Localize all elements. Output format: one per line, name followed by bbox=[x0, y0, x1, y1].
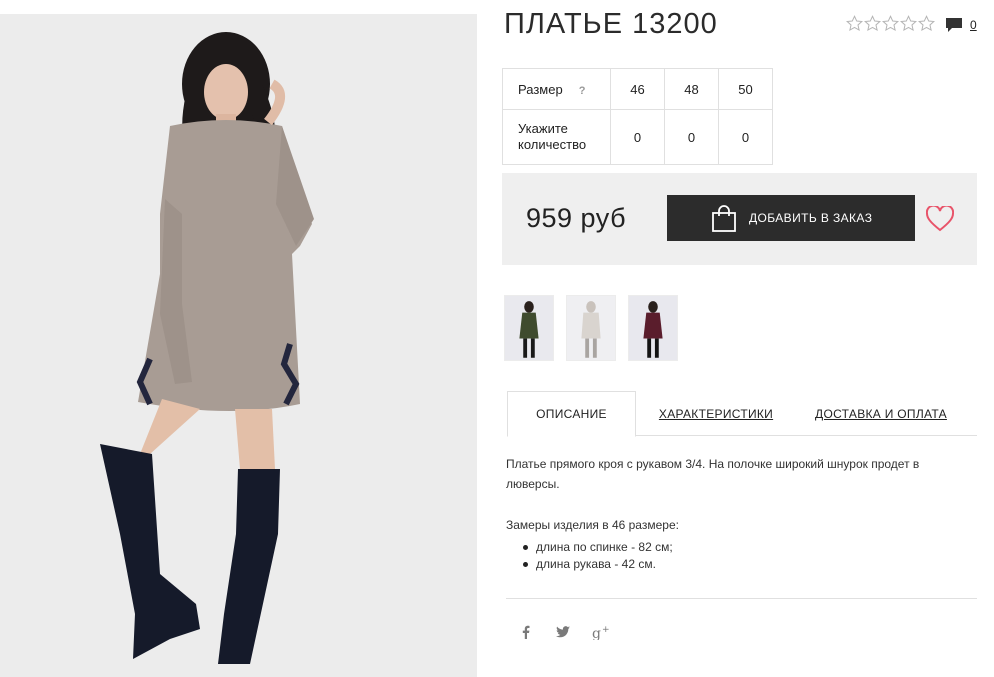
thumbnail-olive[interactable] bbox=[504, 295, 554, 361]
product-description: Платье прямого кроя с рукавом 3/4. На по… bbox=[506, 457, 920, 491]
star-empty-icon[interactable] bbox=[918, 15, 935, 32]
star-empty-icon[interactable] bbox=[900, 15, 917, 32]
price: 959 руб bbox=[526, 203, 627, 233]
measurement-item: длина рукава - 42 см. bbox=[523, 556, 673, 573]
quantity-input-46[interactable]: 0 bbox=[610, 109, 665, 165]
thumbnail-burgundy[interactable] bbox=[628, 295, 678, 361]
tab-delivery-payment[interactable]: ДОСТАВКА И ОПЛАТА bbox=[815, 391, 947, 436]
add-to-order-button[interactable]: ДОБАВИТЬ В ЗАКАЗ bbox=[667, 195, 915, 241]
thumbnail-light-grey-image bbox=[581, 301, 601, 358]
star-empty-icon[interactable] bbox=[864, 15, 881, 32]
size-help-icon[interactable]: ? bbox=[579, 85, 586, 97]
price-panel: 959 руб ДОБАВИТЬ В ЗАКАЗ bbox=[502, 173, 977, 265]
comments-count-link[interactable]: 0 bbox=[970, 18, 977, 32]
rating-stars[interactable] bbox=[846, 15, 935, 32]
thumbnail-olive-image bbox=[519, 301, 539, 358]
measurement-item: длина по спинке - 82 см; bbox=[523, 539, 673, 556]
svg-text:+: + bbox=[602, 625, 610, 635]
size-label: Размер bbox=[518, 81, 563, 97]
star-empty-icon[interactable] bbox=[882, 15, 899, 32]
quantity-input-50[interactable]: 0 bbox=[718, 109, 773, 165]
svg-text:g: g bbox=[592, 626, 601, 640]
quantity-label: Укажите количество bbox=[502, 109, 611, 165]
size-label-cell: Размер? bbox=[502, 68, 611, 110]
add-to-order-label: ДОБАВИТЬ В ЗАКАЗ bbox=[749, 211, 873, 225]
facebook-icon[interactable] bbox=[518, 624, 534, 640]
tab-characteristics[interactable]: ХАРАКТЕРИСТИКИ bbox=[657, 391, 775, 436]
size-table: Размер? 46 48 50 Укажите количество 0 0 … bbox=[502, 68, 773, 165]
star-empty-icon[interactable] bbox=[846, 15, 863, 32]
thumbnail-light-grey[interactable] bbox=[566, 295, 616, 361]
google-plus-icon[interactable]: g + bbox=[592, 624, 612, 640]
size-48: 48 bbox=[664, 68, 719, 110]
product-tabs: ОПИСАНИЕ ХАРАКТЕРИСТИКИ ДОСТАВКА И ОПЛАТ… bbox=[507, 391, 977, 437]
size-50: 50 bbox=[718, 68, 773, 110]
measurements-list: длина по спинке - 82 см; длина рукава - … bbox=[523, 539, 673, 573]
thumbnail-burgundy-image bbox=[643, 301, 663, 358]
twitter-icon[interactable] bbox=[555, 624, 571, 640]
size-46: 46 bbox=[610, 68, 665, 110]
model-figure bbox=[0, 14, 477, 677]
heart-icon[interactable] bbox=[926, 206, 954, 232]
divider bbox=[506, 598, 977, 599]
quantity-input-48[interactable]: 0 bbox=[664, 109, 719, 165]
measurements-title: Замеры изделия в 46 размере: bbox=[506, 518, 679, 532]
tab-description[interactable]: ОПИСАНИЕ bbox=[507, 391, 636, 437]
shopping-bag-icon bbox=[712, 205, 736, 232]
product-title: ПЛАТЬЕ 13200 bbox=[504, 8, 718, 40]
comment-icon[interactable] bbox=[945, 17, 963, 33]
main-product-photo[interactable] bbox=[0, 14, 477, 677]
